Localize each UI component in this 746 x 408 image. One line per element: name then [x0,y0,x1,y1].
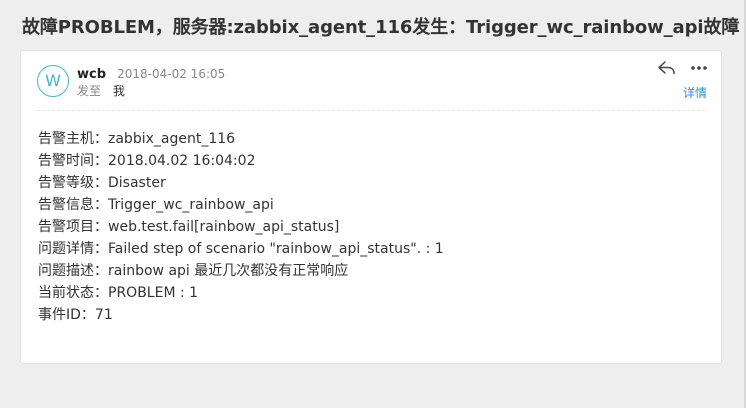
details-link[interactable]: 详情 [683,84,707,101]
body-line-event-id: 事件ID：71 [38,307,113,323]
more-icon[interactable] [689,60,709,76]
body-line-alert-level: 告警等级：Disaster [38,175,166,191]
email-card: W wcb 2018-04-02 16:05 发至 我 详情 告警主机：zabb… [20,50,722,364]
email-body: 告警主机：zabbix_agent_116 告警时间：2018.04.02 16… [38,128,444,326]
body-line-problem-description: 问题描述：rainbow api 最近几次都没有正常响应 [38,263,349,279]
body-line-current-status: 当前状态：PROBLEM : 1 [38,285,199,301]
body-line-problem-details: 问题详情：Failed step of scenario "rainbow_ap… [38,241,444,257]
sent-date: 2018-04-02 16:05 [117,67,226,81]
recipient-value[interactable]: 我 [113,84,125,98]
sender-name[interactable]: wcb [77,67,106,82]
recipient-label: 发至 [77,84,102,98]
header-divider [37,110,705,111]
sender-line: wcb 2018-04-02 16:05 [77,63,225,82]
body-line-alert-host: 告警主机：zabbix_agent_116 [38,131,236,147]
sender-avatar[interactable]: W [37,65,69,97]
body-line-alert-info: 告警信息：Trigger_wc_rainbow_api [38,197,274,213]
body-line-alert-item: 告警项目：web.test.fail[rainbow_api_status] [38,219,340,235]
body-line-alert-time: 告警时间：2018.04.02 16:04:02 [38,153,256,169]
reply-icon[interactable] [657,60,677,76]
recipient-line: 发至 我 [77,82,125,99]
email-subject: 故障PROBLEM，服务器:zabbix_agent_116发生：Trigger… [22,17,740,38]
